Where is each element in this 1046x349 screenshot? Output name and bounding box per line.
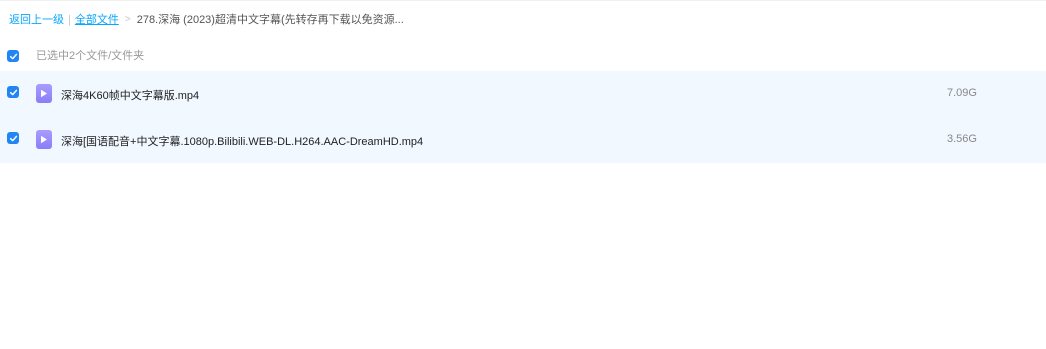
video-file-icon [36,84,52,103]
file-list: 深海4K60帧中文字幕版.mp4 7.09G 深海[国语配音+中文字幕.1080… [0,71,1046,163]
video-play-icon [41,89,47,98]
selection-bar: 已选中2个文件/文件夹 [0,46,1046,64]
file-row[interactable]: 深海[国语配音+中文字幕.1080p.Bilibili.WEB-DL.H264.… [0,117,1046,163]
file-checkbox[interactable] [7,132,19,144]
check-icon [9,53,17,59]
select-all-checkbox[interactable] [7,50,19,62]
breadcrumb-separator: | [68,14,71,26]
all-files-link[interactable]: 全部文件 [75,13,119,27]
check-icon [9,89,17,95]
video-file-icon [36,130,52,149]
file-checkbox[interactable] [7,86,19,98]
file-row[interactable]: 深海4K60帧中文字幕版.mp4 7.09G [0,71,1046,117]
file-size: 7.09G [947,87,977,99]
current-folder-name: 278.深海 (2023)超清中文字幕(先转存再下载以免资源... [136,14,404,26]
file-name[interactable]: 深海4K60帧中文字幕版.mp4 [61,87,199,103]
video-play-icon [41,135,47,144]
top-divider [0,0,1046,1]
selection-summary: 已选中2个文件/文件夹 [36,50,145,62]
file-size: 3.56G [947,133,977,145]
breadcrumb-arrow: > [124,14,131,25]
back-link[interactable]: 返回上一级 [9,13,64,27]
file-name[interactable]: 深海[国语配音+中文字幕.1080p.Bilibili.WEB-DL.H264.… [61,133,423,149]
breadcrumb: 返回上一级 | 全部文件 > 278.深海 (2023)超清中文字幕(先转存再下… [9,13,404,27]
check-icon [9,135,17,141]
